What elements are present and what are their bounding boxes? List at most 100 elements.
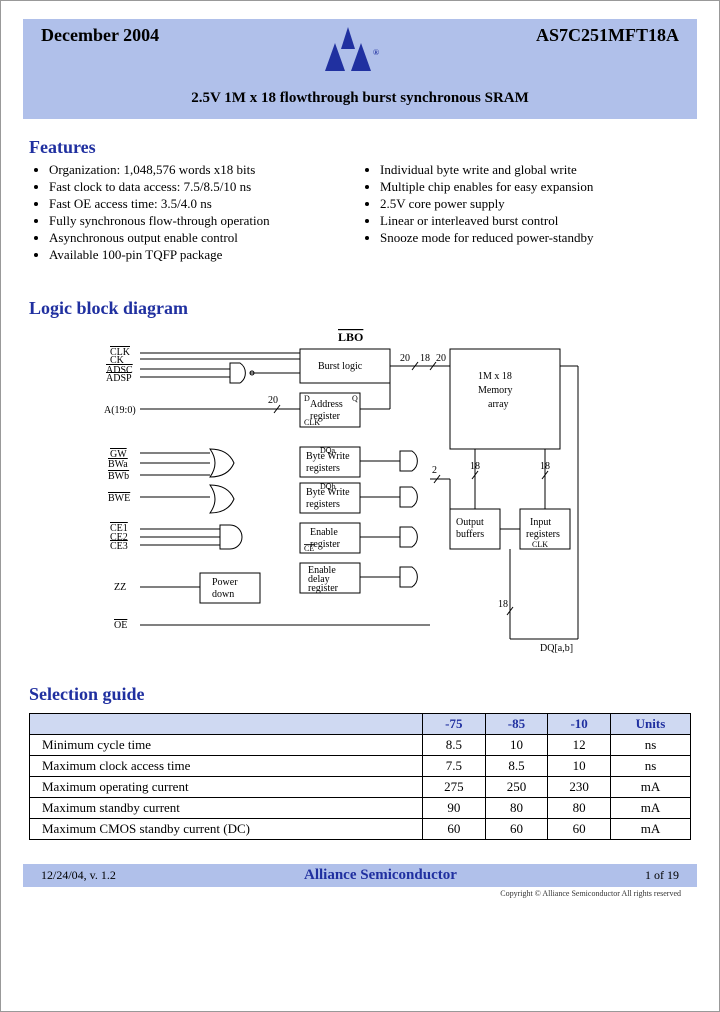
in-line2: registers [526, 529, 560, 540]
sig-ce3: CE3 [110, 541, 128, 552]
cell: 12 [548, 735, 611, 756]
th-units: Units [610, 714, 690, 735]
header-top: December 2004 ® AS7C251MFT18A [41, 25, 679, 86]
list-item: Fast clock to data access: 7.5/8.5/10 ns [49, 179, 360, 195]
header-band: December 2004 ® AS7C251MFT18A 2.5V 1M x … [23, 19, 697, 119]
list-item: Individual byte write and global write [380, 162, 691, 178]
pin-d: D [304, 394, 310, 403]
width-18-d: 18 [498, 599, 508, 610]
features-columns: Organization: 1,048,576 words x18 bits F… [29, 162, 691, 264]
pd-line1: Power [212, 577, 238, 588]
pd-line2: down [212, 589, 234, 600]
cell: 8.5 [423, 735, 486, 756]
cell: 60 [485, 819, 548, 840]
cell: 80 [548, 798, 611, 819]
burst-logic-label: Burst logic [318, 361, 363, 372]
th-75: -75 [423, 714, 486, 735]
mem-line3: array [488, 399, 509, 410]
pin-q: Q [352, 394, 358, 403]
bw-a-line2: registers [306, 463, 340, 474]
table-row: Maximum clock access time 7.5 8.5 10 ns [30, 756, 691, 777]
cell: 10 [485, 735, 548, 756]
features-heading: Features [29, 137, 691, 158]
cell-unit: ns [610, 756, 690, 777]
pin-dqa: DQa [320, 446, 336, 455]
list-item: Multiple chip enables for easy expansion [380, 179, 691, 195]
od-line3: register [308, 583, 339, 594]
diagram-heading: Logic block diagram [29, 298, 691, 319]
table-header-row: -75 -85 -10 Units [30, 714, 691, 735]
list-item: Asynchronous output enable control [49, 230, 360, 246]
company-logo-icon: ® [313, 25, 383, 86]
bw-b-line2: registers [306, 499, 340, 510]
lbo-label: LBO [338, 330, 363, 344]
cell: 80 [485, 798, 548, 819]
doc-date: December 2004 [41, 25, 159, 46]
dq-bus-label: DQ[a,b] [540, 643, 573, 654]
list-item: 2.5V core power supply [380, 196, 691, 212]
out-line2: buffers [456, 529, 484, 540]
footer-company: Alliance Semiconductor [304, 867, 457, 884]
width-18-a: 18 [420, 353, 430, 364]
cell: 10 [548, 756, 611, 777]
doc-subtitle: 2.5V 1M x 18 flowthrough burst synchrono… [41, 86, 679, 113]
list-item: Linear or interleaved burst control [380, 213, 691, 229]
width-18-b: 18 [470, 461, 480, 472]
mem-line1: 1M x 18 [478, 371, 512, 382]
table-row: Maximum standby current 90 80 80 mA [30, 798, 691, 819]
cell: 60 [423, 819, 486, 840]
th-85: -85 [485, 714, 548, 735]
list-item: Fast OE access time: 3.5/4.0 ns [49, 196, 360, 212]
width-20-c: 20 [436, 353, 446, 364]
cell: 230 [548, 777, 611, 798]
sig-zz: ZZ [114, 582, 126, 593]
width-18-c: 18 [540, 461, 550, 472]
part-number: AS7C251MFT18A [536, 25, 679, 46]
cell-unit: mA [610, 798, 690, 819]
row-label: Maximum CMOS standby current (DC) [30, 819, 423, 840]
table-row: Maximum CMOS standby current (DC) 60 60 … [30, 819, 691, 840]
cell: 275 [423, 777, 486, 798]
copyright: Copyright © Alliance Semiconductor All r… [29, 889, 681, 898]
page: December 2004 ® AS7C251MFT18A 2.5V 1M x … [0, 0, 720, 1012]
list-item: Available 100-pin TQFP package [49, 247, 360, 263]
cell: 60 [548, 819, 611, 840]
pin-dqb: DQb [320, 482, 336, 491]
features-col1: Organization: 1,048,576 words x18 bits F… [35, 162, 360, 264]
cell: 90 [423, 798, 486, 819]
selection-heading: Selection guide [29, 684, 691, 705]
row-label: Maximum standby current [30, 798, 423, 819]
th-10: -10 [548, 714, 611, 735]
footer-band: 12/24/04, v. 1.2 Alliance Semiconductor … [23, 864, 697, 887]
cell-unit: mA [610, 819, 690, 840]
footer-version: 12/24/04, v. 1.2 [41, 868, 116, 883]
out-line1: Output [456, 517, 484, 528]
sig-bwe: BWE [108, 493, 130, 504]
cell: 250 [485, 777, 548, 798]
footer-page: 1 of 19 [645, 868, 679, 883]
row-label: Maximum operating current [30, 777, 423, 798]
sig-oe: OE [114, 620, 127, 631]
features-col2: Individual byte write and global write M… [366, 162, 691, 264]
sig-bwa: BWa [108, 459, 128, 470]
row-label: Maximum clock access time [30, 756, 423, 777]
cell: 7.5 [423, 756, 486, 777]
list-item: Fully synchronous flow-through operation [49, 213, 360, 229]
sig-bwb: BWb [108, 471, 129, 482]
width-2: 2 [432, 465, 437, 476]
enable-line1: Enable [310, 527, 338, 538]
cell-unit: ns [610, 735, 690, 756]
sig-adsp: ADSP [106, 373, 132, 384]
cell-unit: mA [610, 777, 690, 798]
addr-line1: Address [310, 399, 343, 410]
in-line1: Input [530, 517, 551, 528]
svg-text:®: ® [373, 48, 379, 57]
table-row: Minimum cycle time 8.5 10 12 ns [30, 735, 691, 756]
block-diagram: LBO Burst logic 1M x 18 Memory array Add… [29, 329, 691, 664]
sig-a: A(19:0) [104, 405, 136, 416]
list-item: Organization: 1,048,576 words x18 bits [49, 162, 360, 178]
width-20-b: 20 [400, 353, 410, 364]
list-item: Snooze mode for reduced power-standby [380, 230, 691, 246]
table-row: Maximum operating current 275 250 230 mA [30, 777, 691, 798]
th-blank [30, 714, 423, 735]
